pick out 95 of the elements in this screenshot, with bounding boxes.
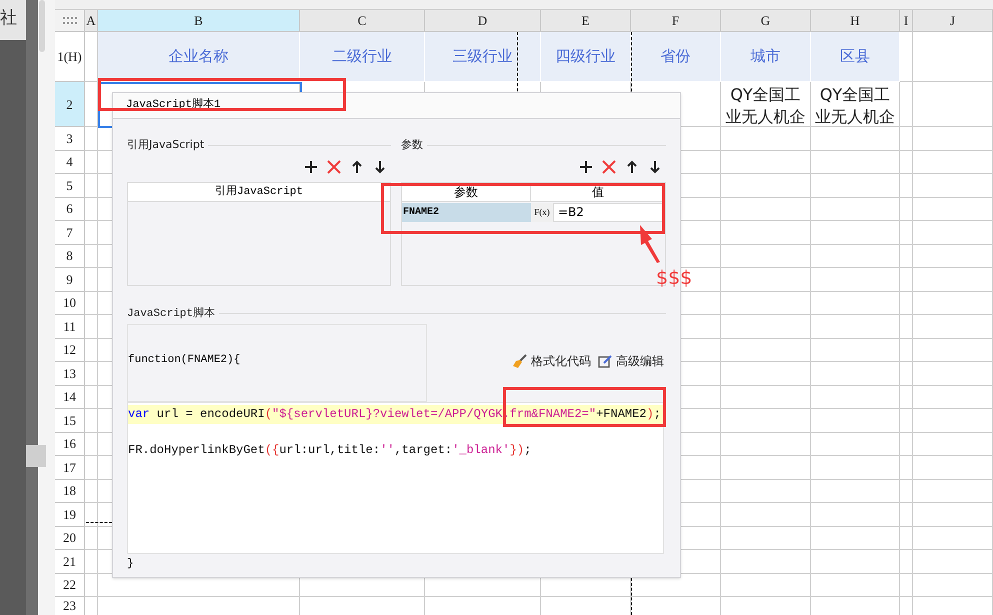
- header-cell: 城市: [721, 32, 811, 82]
- table-cell: [900, 574, 913, 597]
- down-arrow-icon[interactable]: [648, 160, 662, 174]
- section-label: JavaScript脚本: [127, 306, 216, 322]
- row-header[interactable]: 17: [55, 456, 85, 480]
- up-arrow-icon[interactable]: [625, 160, 639, 174]
- parameter-name-cell[interactable]: FNAME2: [402, 202, 531, 222]
- row-header[interactable]: 3: [55, 127, 85, 150]
- row-header[interactable]: 11: [55, 315, 85, 338]
- brush-icon: [512, 354, 527, 368]
- delete-icon[interactable]: [602, 160, 616, 174]
- table-cell: [900, 82, 913, 127]
- row-header[interactable]: 16: [55, 432, 85, 456]
- column-header[interactable]: G: [721, 10, 811, 32]
- value-field[interactable]: =B2: [553, 202, 665, 222]
- table-cell: [900, 292, 913, 315]
- row-header[interactable]: 7: [55, 221, 85, 244]
- table-cell: QY全国工业无人机企: [811, 82, 900, 127]
- header-cell: 二级行业: [300, 32, 425, 82]
- table-cell: [900, 480, 913, 503]
- table-cell: [900, 32, 913, 82]
- column-header: 值: [591, 184, 605, 200]
- toolbar-button[interactable]: 高级编辑: [598, 352, 664, 370]
- code-line: }: [127, 557, 135, 572]
- table-cell: [900, 198, 913, 221]
- table-cell: [900, 315, 913, 338]
- column-header[interactable]: I: [900, 10, 913, 32]
- row-header[interactable]: 13: [55, 362, 85, 386]
- table-cell: [900, 221, 913, 244]
- column-header[interactable]: C: [300, 10, 425, 32]
- column-header[interactable]: B: [98, 10, 300, 32]
- table-cell: [900, 127, 913, 150]
- table-cell: [85, 82, 98, 127]
- row-header[interactable]: 14: [55, 386, 85, 409]
- header-cell: 三级行业: [425, 32, 541, 82]
- annotation-text: $$$: [656, 266, 692, 290]
- table-cell: [900, 503, 913, 526]
- column-header[interactable]: J: [913, 10, 993, 32]
- table-cell: [900, 150, 913, 174]
- table-cell: [900, 432, 913, 456]
- column-header[interactable]: F: [631, 10, 721, 32]
- row-header[interactable]: 22: [55, 574, 85, 597]
- table-cell: [900, 268, 913, 292]
- column-header: 参数: [402, 182, 531, 200]
- toolbar-button[interactable]: 格式化代码: [512, 352, 591, 370]
- column-header: 引用JavaScript: [128, 182, 390, 202]
- scrollbar[interactable]: [39, 0, 45, 52]
- header-cell: 四级行业: [541, 32, 631, 82]
- header-cell: 区县: [811, 32, 900, 82]
- table-cell: [900, 456, 913, 480]
- dialog-title: JavaScript脚本1: [126, 97, 221, 114]
- row-header[interactable]: 12: [55, 338, 85, 362]
- row-header[interactable]: 19: [55, 503, 85, 526]
- sidebar-label: 社: [0, 7, 18, 28]
- up-arrow-icon[interactable]: [350, 160, 364, 174]
- code-line[interactable]: FR.doHyperlinkByGet({url:url,title:'',target:'_blank'});: [128, 441, 663, 460]
- add-icon[interactable]: [304, 160, 318, 174]
- row-header[interactable]: 1(H): [55, 32, 85, 82]
- row-header[interactable]: 20: [55, 526, 85, 550]
- column-header[interactable]: E: [541, 10, 631, 32]
- table-cell: [900, 338, 913, 362]
- table-cell: [900, 409, 913, 432]
- header-cell: 省份: [631, 32, 721, 82]
- column-header[interactable]: A: [85, 10, 98, 32]
- row-header[interactable]: 21: [55, 550, 85, 574]
- row-header[interactable]: 2: [55, 82, 85, 127]
- table-cell: [85, 574, 98, 597]
- row-header[interactable]: 9: [55, 268, 85, 292]
- row-header[interactable]: 10: [55, 292, 85, 315]
- section-label: 参数: [401, 137, 423, 153]
- reference-list[interactable]: 引用JavaScript: [127, 182, 391, 286]
- row-header[interactable]: 6: [55, 198, 85, 221]
- edit-icon: [598, 354, 612, 368]
- table-cell: [900, 550, 913, 574]
- row-header[interactable]: 4: [55, 150, 85, 174]
- table-cell: [900, 526, 913, 550]
- table-cell: [900, 362, 913, 386]
- row-header[interactable]: 18: [55, 480, 85, 503]
- down-arrow-icon[interactable]: [373, 160, 387, 174]
- table-cell: [900, 386, 913, 409]
- grid-icon: [62, 16, 76, 24]
- formula-button[interactable]: F(x): [531, 202, 553, 222]
- section-label: 引用JavaScript: [127, 137, 204, 153]
- select-all-corner[interactable]: [55, 10, 85, 32]
- column-header[interactable]: H: [811, 10, 900, 32]
- table-cell: QY全国工业无人机企: [721, 82, 811, 127]
- row-header[interactable]: 15: [55, 409, 85, 432]
- row-header[interactable]: 5: [55, 174, 85, 198]
- add-icon[interactable]: [579, 160, 593, 174]
- code-line: function(FNAME2){: [128, 353, 240, 368]
- row-header[interactable]: 8: [55, 244, 85, 268]
- delete-icon[interactable]: [327, 160, 341, 174]
- table-cell: [900, 174, 913, 198]
- column-header[interactable]: D: [425, 10, 541, 32]
- table-cell: [900, 244, 913, 268]
